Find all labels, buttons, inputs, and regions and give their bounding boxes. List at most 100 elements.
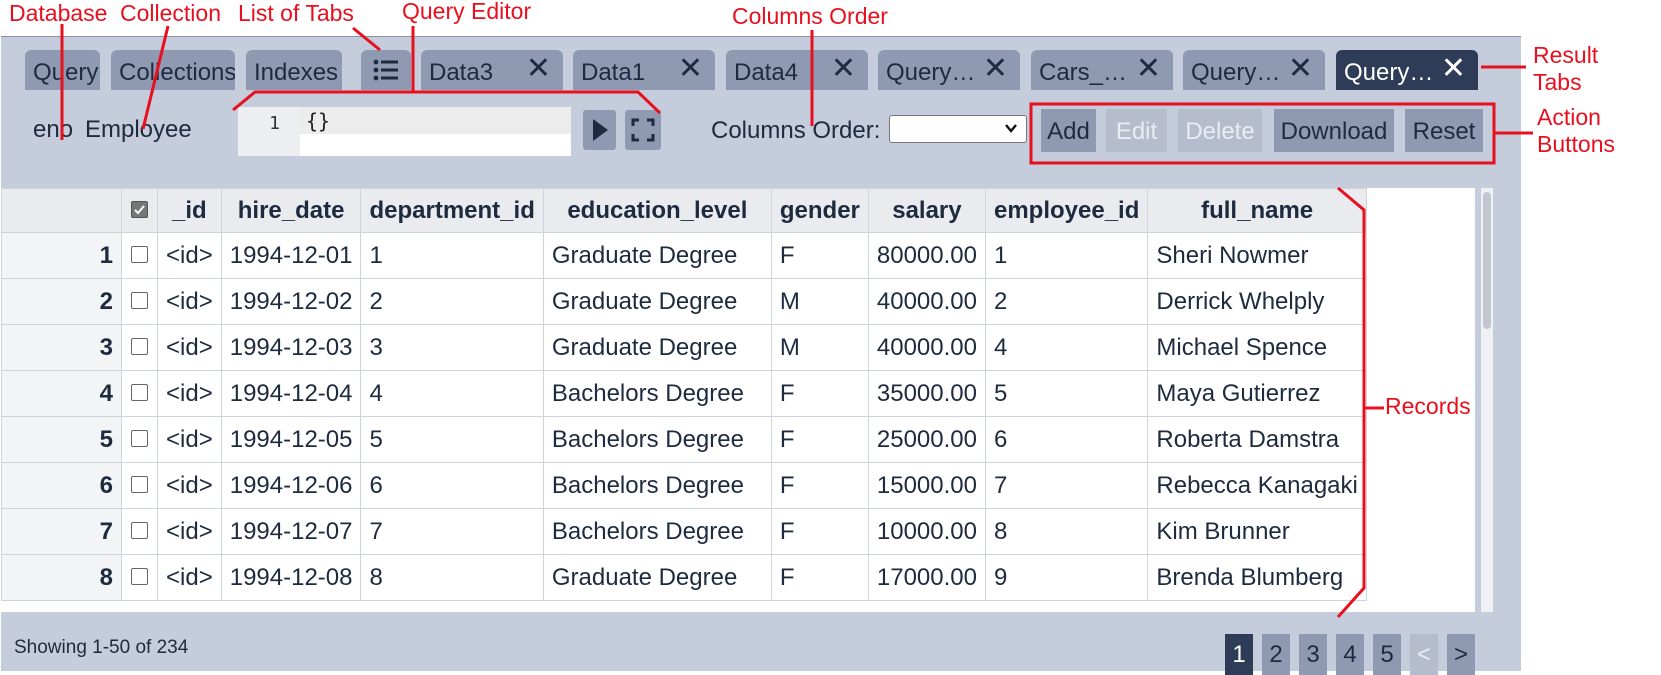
cell-salary[interactable]: 15000.00 bbox=[867, 462, 986, 509]
editor-line[interactable]: {} bbox=[300, 107, 571, 134]
close-icon[interactable]: ✕ bbox=[678, 54, 703, 84]
row-checkbox[interactable] bbox=[131, 429, 148, 447]
cell-salary[interactable]: 80000.00 bbox=[867, 232, 986, 279]
cell-education-level[interactable]: Bachelors Degree bbox=[542, 416, 772, 463]
result-tab[interactable]: Query… ✕ bbox=[1183, 50, 1325, 90]
result-tab[interactable]: Cars_… ✕ bbox=[1031, 50, 1173, 90]
cell-hire-date[interactable]: 1994-12-05 bbox=[220, 416, 362, 463]
cell-salary[interactable]: 25000.00 bbox=[867, 416, 986, 463]
cell-salary[interactable]: 35000.00 bbox=[867, 370, 986, 417]
cell-employee-id[interactable]: 5 bbox=[984, 370, 1149, 417]
cell-education-level[interactable]: Graduate Degree bbox=[542, 232, 772, 279]
cell-id[interactable]: <id> bbox=[157, 554, 222, 601]
result-tab[interactable]: Data1 ✕ bbox=[573, 50, 715, 90]
select-all-header[interactable] bbox=[121, 188, 158, 233]
cell-gender[interactable]: M bbox=[770, 278, 869, 325]
cell-employee-id[interactable]: 1 bbox=[984, 232, 1149, 279]
add-button[interactable]: Add bbox=[1041, 109, 1096, 152]
column-header[interactable]: department_id bbox=[360, 188, 544, 233]
page-4-button[interactable]: 4 bbox=[1336, 634, 1364, 675]
row-checkbox[interactable] bbox=[131, 521, 148, 539]
download-button[interactable]: Download bbox=[1274, 109, 1394, 152]
cell-full-name[interactable]: Rebecca Kanagaki bbox=[1147, 462, 1367, 509]
cell-employee-id[interactable]: 9 bbox=[984, 554, 1149, 601]
table-row[interactable]: 6 <id> 1994-12-06 6 Bachelors Degree F 15000.0… bbox=[1, 462, 1367, 509]
table-row[interactable]: 5 <id> 1994-12-05 5 Bachelors Degree F 25000.0… bbox=[1, 416, 1367, 463]
cell-full-name[interactable]: Derrick Whelply bbox=[1147, 278, 1367, 325]
tab-indexes[interactable]: Indexes bbox=[246, 50, 342, 90]
cell-gender[interactable]: F bbox=[770, 508, 869, 555]
close-icon[interactable]: ✕ bbox=[983, 54, 1008, 84]
column-header[interactable]: gender bbox=[770, 188, 869, 233]
scrollbar-thumb[interactable] bbox=[1483, 192, 1491, 329]
row-select-cell[interactable] bbox=[121, 554, 158, 601]
row-select-cell[interactable] bbox=[121, 370, 158, 417]
table-row[interactable]: 3 <id> 1994-12-03 3 Graduate Degree M 40000.00… bbox=[1, 324, 1367, 371]
table-row[interactable]: 8 <id> 1994-12-08 8 Graduate Degree F 17000.00… bbox=[1, 554, 1367, 601]
cell-id[interactable]: <id> bbox=[157, 278, 222, 325]
cell-department-id[interactable]: 2 bbox=[360, 278, 544, 325]
cell-full-name[interactable]: Roberta Damstra bbox=[1147, 416, 1367, 463]
cell-education-level[interactable]: Graduate Degree bbox=[542, 324, 772, 371]
column-header[interactable]: hire_date bbox=[220, 188, 362, 233]
row-select-cell[interactable] bbox=[121, 416, 158, 463]
cell-full-name[interactable]: Sheri Nowmer bbox=[1147, 232, 1367, 279]
cell-department-id[interactable]: 3 bbox=[360, 324, 544, 371]
cell-department-id[interactable]: 4 bbox=[360, 370, 544, 417]
cell-salary[interactable]: 17000.00 bbox=[867, 554, 986, 601]
cell-hire-date[interactable]: 1994-12-03 bbox=[220, 324, 362, 371]
result-tab[interactable]: Data4 ✕ bbox=[726, 50, 868, 90]
row-select-cell[interactable] bbox=[121, 324, 158, 371]
row-checkbox[interactable] bbox=[131, 245, 148, 263]
cell-gender[interactable]: F bbox=[770, 554, 869, 601]
close-icon[interactable]: ✕ bbox=[526, 54, 551, 84]
reset-button[interactable]: Reset bbox=[1405, 109, 1483, 152]
page-1-button[interactable]: 1 bbox=[1225, 634, 1253, 675]
cell-department-id[interactable]: 7 bbox=[360, 508, 544, 555]
cell-full-name[interactable]: Brenda Blumberg bbox=[1147, 554, 1367, 601]
cell-gender[interactable]: F bbox=[770, 370, 869, 417]
row-checkbox[interactable] bbox=[131, 337, 148, 355]
cell-department-id[interactable]: 8 bbox=[360, 554, 544, 601]
table-row[interactable]: 1 <id> 1994-12-01 1 Graduate Degree F 80000.00… bbox=[1, 232, 1367, 279]
column-header[interactable]: employee_id bbox=[984, 188, 1149, 233]
page-3-button[interactable]: 3 bbox=[1299, 634, 1327, 675]
cell-gender[interactable]: F bbox=[770, 462, 869, 509]
cell-salary[interactable]: 40000.00 bbox=[867, 324, 986, 371]
cell-department-id[interactable]: 1 bbox=[360, 232, 544, 279]
cell-education-level[interactable]: Bachelors Degree bbox=[542, 508, 772, 555]
cell-employee-id[interactable]: 7 bbox=[984, 462, 1149, 509]
cell-gender[interactable]: F bbox=[770, 416, 869, 463]
cell-id[interactable]: <id> bbox=[157, 370, 222, 417]
close-icon[interactable]: ✕ bbox=[831, 54, 856, 84]
vertical-scrollbar[interactable] bbox=[1481, 188, 1493, 612]
result-tab-active[interactable]: Query… ✕ bbox=[1336, 50, 1478, 90]
cell-hire-date[interactable]: 1994-12-01 bbox=[220, 232, 362, 279]
cell-id[interactable]: <id> bbox=[157, 416, 222, 463]
cell-education-level[interactable]: Bachelors Degree bbox=[542, 370, 772, 417]
result-tab[interactable]: Query… ✕ bbox=[878, 50, 1020, 90]
cell-id[interactable]: <id> bbox=[157, 232, 222, 279]
cell-hire-date[interactable]: 1994-12-06 bbox=[220, 462, 362, 509]
cell-id[interactable]: <id> bbox=[157, 508, 222, 555]
cell-full-name[interactable]: Maya Gutierrez bbox=[1147, 370, 1367, 417]
run-query-button[interactable] bbox=[583, 110, 616, 150]
row-select-cell[interactable] bbox=[121, 508, 158, 555]
cell-department-id[interactable]: 5 bbox=[360, 416, 544, 463]
close-icon[interactable]: ✕ bbox=[1441, 54, 1466, 84]
cell-education-level[interactable]: Graduate Degree bbox=[542, 554, 772, 601]
close-icon[interactable]: ✕ bbox=[1288, 54, 1313, 84]
row-checkbox[interactable] bbox=[131, 291, 148, 309]
columns-order-select[interactable] bbox=[889, 115, 1027, 143]
cell-education-level[interactable]: Graduate Degree bbox=[542, 278, 772, 325]
cell-full-name[interactable]: Michael Spence bbox=[1147, 324, 1367, 371]
query-editor[interactable]: 1 {} bbox=[238, 107, 571, 156]
row-checkbox[interactable] bbox=[131, 475, 148, 493]
tab-collections[interactable]: Collections bbox=[111, 50, 235, 90]
page-2-button[interactable]: 2 bbox=[1262, 634, 1290, 675]
prev-page-button[interactable]: < bbox=[1410, 634, 1438, 675]
delete-button[interactable]: Delete bbox=[1178, 109, 1262, 152]
close-icon[interactable]: ✕ bbox=[1136, 54, 1161, 84]
page-5-button[interactable]: 5 bbox=[1373, 634, 1401, 675]
cell-employee-id[interactable]: 8 bbox=[984, 508, 1149, 555]
